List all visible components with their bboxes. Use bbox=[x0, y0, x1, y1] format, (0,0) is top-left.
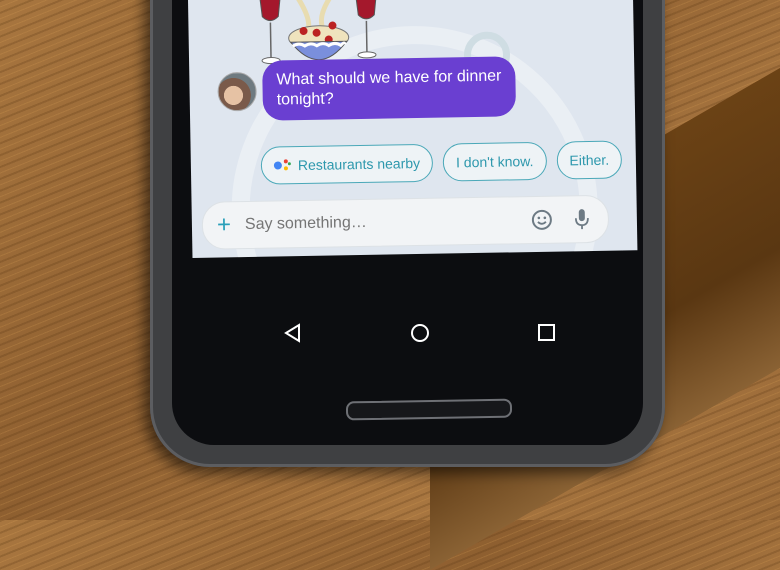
emoji-icon bbox=[531, 209, 553, 231]
recents-icon[interactable] bbox=[536, 322, 558, 344]
sender-avatar[interactable] bbox=[217, 71, 257, 111]
message-composer: + bbox=[202, 195, 610, 250]
android-navigation-bar bbox=[230, 310, 610, 355]
chat-screen: What should we have for dinner tonight? … bbox=[188, 0, 637, 258]
phone-speaker-grille bbox=[346, 399, 512, 421]
incoming-message-row: What should we have for dinner tonight? bbox=[217, 56, 516, 121]
back-icon[interactable] bbox=[282, 322, 304, 344]
suggestion-label: I don't know. bbox=[456, 153, 534, 170]
microphone-icon bbox=[573, 207, 591, 231]
suggestion-restaurants-nearby[interactable]: Restaurants nearby bbox=[261, 144, 434, 185]
suggestion-either[interactable]: Either. bbox=[556, 140, 622, 179]
smart-reply-chips: Restaurants nearby I don't know. Either. bbox=[261, 140, 623, 184]
microphone-button[interactable] bbox=[568, 205, 596, 233]
message-bubble: What should we have for dinner tonight? bbox=[262, 56, 516, 120]
pasta-bowl-icon bbox=[288, 0, 349, 60]
suggestion-i-dont-know[interactable]: I don't know. bbox=[443, 142, 547, 182]
wine-glass-left-icon bbox=[260, 0, 281, 64]
message-input[interactable] bbox=[243, 210, 528, 235]
suggestion-label: Restaurants nearby bbox=[298, 155, 420, 173]
plus-icon[interactable]: + bbox=[217, 213, 231, 237]
emoji-button[interactable] bbox=[528, 206, 556, 234]
wine-glass-right-icon bbox=[356, 0, 377, 58]
suggestion-label: Either. bbox=[569, 152, 609, 169]
home-icon[interactable] bbox=[409, 322, 431, 344]
google-assistant-icon bbox=[274, 158, 292, 172]
